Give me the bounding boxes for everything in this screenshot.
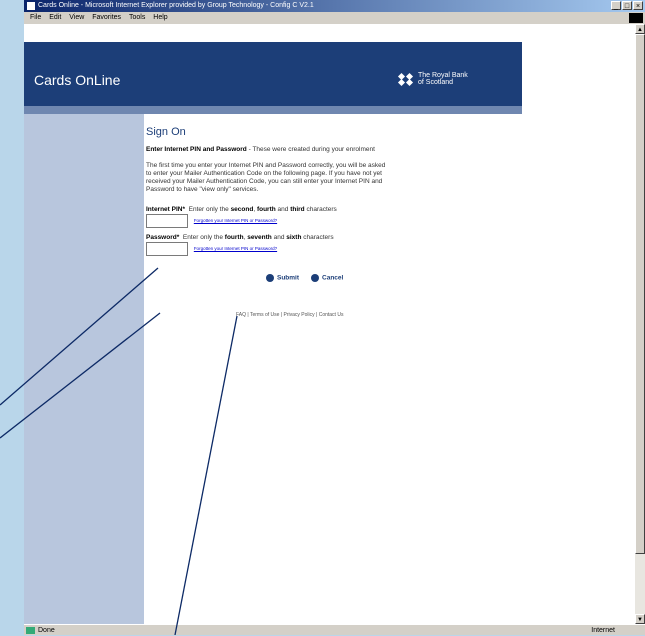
pin-pointer-line xyxy=(0,267,159,406)
password-pointer-line xyxy=(0,312,161,439)
forgot-link-pointer-line xyxy=(174,315,238,635)
annotation-lines xyxy=(0,267,238,635)
